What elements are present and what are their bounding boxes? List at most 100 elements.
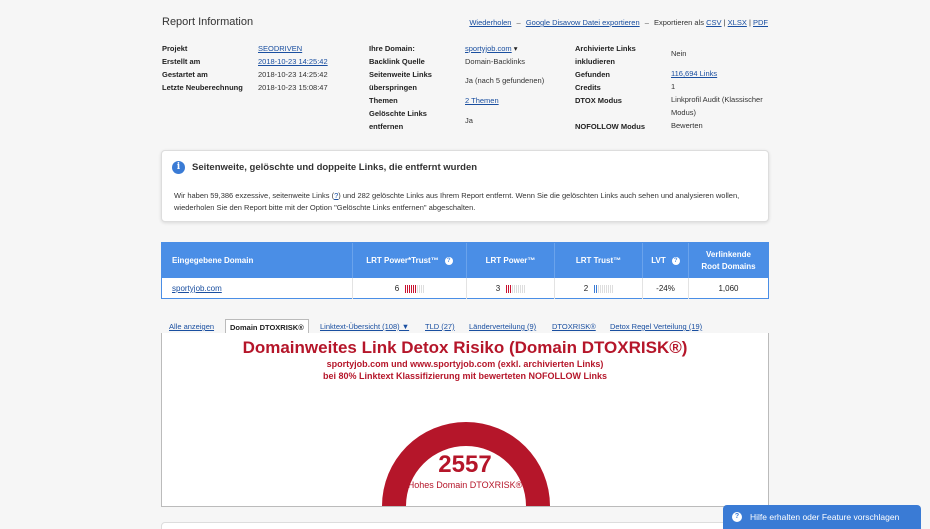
power-value: 3 bbox=[495, 284, 501, 293]
bar-tick bbox=[516, 284, 518, 293]
bar-tick bbox=[411, 284, 413, 293]
tab-dtoxrisk[interactable]: DTOXRISK® bbox=[552, 319, 596, 334]
archived-label-2: inkludieren bbox=[575, 57, 616, 66]
export-pdf-link[interactable]: PDF bbox=[753, 18, 768, 27]
table-header: Eingegebene Domain LRT Power*Trust™? LRT… bbox=[162, 243, 768, 278]
dtox-mode-label: DTOX Modus bbox=[575, 96, 622, 105]
bar-tick bbox=[514, 284, 516, 293]
next-section-card bbox=[161, 522, 769, 529]
nofollow-mode-value: Bewerten bbox=[671, 121, 703, 130]
header-trust[interactable]: LRT Trust™ bbox=[554, 243, 642, 278]
domain-metrics-table: Eingegebene Domain LRT Power*Trust™? LRT… bbox=[161, 242, 769, 299]
header-lvt[interactable]: LVT? bbox=[642, 243, 688, 278]
domain-dropdown[interactable]: sportyjob.com ▾ bbox=[465, 42, 544, 55]
report-tabs: Alle anzeigen Domain DTOXRISK® Linktext-… bbox=[161, 319, 769, 335]
domain-link[interactable]: sportyjob.com bbox=[465, 44, 512, 53]
header-root-label-1: Verlinkende bbox=[706, 249, 751, 259]
bar-tick bbox=[506, 284, 508, 293]
info-column-1-labels: Projekt Erstellt am Gestartet am Letzte … bbox=[162, 42, 243, 94]
bar-tick bbox=[419, 284, 421, 293]
cell-trust: 2 bbox=[554, 278, 642, 299]
header-power-trust[interactable]: LRT Power*Trust™? bbox=[352, 243, 466, 278]
project-link[interactable]: SEODRIVEN bbox=[258, 42, 328, 55]
deleted-label-1: Gelöschte Links bbox=[369, 109, 427, 118]
tab-detox-rules[interactable]: Detox Regel Verteilung (19) bbox=[610, 319, 702, 334]
archived-label-1: Archivierte Links bbox=[575, 44, 636, 53]
cell-domain: sportyjob.com bbox=[162, 278, 352, 299]
cell-power: 3 bbox=[466, 278, 554, 299]
help-feedback-button[interactable]: ? Hilfe erhalten oder Feature vorschlage… bbox=[723, 505, 921, 529]
tab-countries[interactable]: Länderverteilung (9) bbox=[469, 319, 536, 334]
bar-tick bbox=[421, 284, 423, 293]
help-icon[interactable]: ? bbox=[444, 256, 453, 265]
credits-label: Credits bbox=[575, 83, 601, 92]
info-column-3-values: Nein 116,694 Links 1 Linkprofil Audit (K… bbox=[671, 47, 763, 132]
bar-tick bbox=[596, 284, 598, 293]
found-link[interactable]: 116,694 Links bbox=[671, 67, 763, 80]
root-domains-value: 1,060 bbox=[718, 284, 739, 293]
disavow-export-link[interactable]: Google Disavow Datei exportieren bbox=[526, 18, 640, 27]
tab-tld[interactable]: TLD (27) bbox=[425, 319, 455, 334]
started-label: Gestartet am bbox=[162, 70, 208, 79]
bar-tick bbox=[415, 284, 417, 293]
tab-anchor-text[interactable]: Linktext-Übersicht (108) ▼ bbox=[320, 319, 409, 334]
header-power-trust-label: LRT Power*Trust™ bbox=[366, 255, 439, 265]
removed-links-notice: i Seitenweite, gelöschte und doppeite Li… bbox=[161, 150, 769, 222]
bar-tick bbox=[407, 284, 409, 293]
export-prefix: Exportieren als bbox=[653, 18, 705, 27]
help-icon[interactable]: ? bbox=[671, 256, 680, 265]
header-domain: Eingegebene Domain bbox=[162, 243, 352, 278]
credits-value: 1 bbox=[671, 82, 676, 91]
tab-show-all[interactable]: Alle anzeigen bbox=[169, 319, 214, 334]
created-label: Erstellt am bbox=[162, 57, 201, 66]
lvt-value: -24% bbox=[656, 284, 675, 293]
header-root-domains[interactable]: Verlinkende Root Domains bbox=[688, 243, 768, 278]
risk-subtitle-1: sportyjob.com und www.sportyjob.com (exk… bbox=[326, 359, 604, 369]
sitewide-value: Ja (nach 5 gefundenen) bbox=[465, 76, 545, 85]
bar-tick bbox=[602, 284, 604, 293]
project-label: Projekt bbox=[162, 44, 188, 53]
started-value: 2018-10-23 14:25:42 bbox=[258, 70, 328, 79]
header-lvt-label: LVT bbox=[651, 255, 666, 265]
bar-tick bbox=[600, 284, 602, 293]
power-bars bbox=[506, 284, 526, 293]
notice-text-part-3: wiederholen Sie den Report bitte mit der… bbox=[174, 203, 476, 212]
domain-risk-panel: Domainweites Link Detox Risiko (Domain D… bbox=[161, 333, 769, 507]
export-xlsx-link[interactable]: XLSX bbox=[728, 18, 747, 27]
bar-tick bbox=[405, 284, 407, 293]
power-trust-value: 6 bbox=[394, 284, 400, 293]
bar-tick bbox=[413, 284, 415, 293]
info-column-2-values: sportyjob.com ▾ Domain-Backlinks Ja (nac… bbox=[465, 42, 544, 127]
pipe-separator: | bbox=[723, 18, 726, 27]
header-root-label-2: Root Domains bbox=[701, 261, 756, 271]
notice-title: Seitenweite, gelöschte und doppeite Link… bbox=[192, 162, 478, 173]
risk-value: 2557 bbox=[438, 451, 492, 478]
info-column-2-labels: Ihre Domain: Backlink Quelle Seitenweite… bbox=[369, 42, 432, 133]
risk-title: Domainweites Link Detox Risiko (Domain D… bbox=[242, 338, 688, 357]
bar-tick bbox=[594, 284, 596, 293]
bar-tick bbox=[518, 284, 520, 293]
header-power[interactable]: LRT Power™ bbox=[466, 243, 554, 278]
trust-bars bbox=[594, 284, 614, 293]
sitewide-label-1: Seitenweite Links bbox=[369, 70, 432, 79]
dtox-mode-value-2: Modus) bbox=[671, 108, 697, 117]
header-power-label: LRT Power™ bbox=[485, 255, 536, 265]
bar-tick bbox=[604, 284, 606, 293]
dash-separator: – bbox=[516, 18, 521, 27]
report-actions: Wiederholen – Google Disavow Datei expor… bbox=[469, 18, 768, 27]
info-icon: i bbox=[172, 161, 185, 174]
nofollow-mode-label: NOFOLLOW Modus bbox=[575, 122, 645, 131]
created-value[interactable]: 2018-10-23 14:25:42 bbox=[258, 55, 328, 68]
risk-label: Hohes Domain DTOXRISK® bbox=[407, 480, 523, 490]
deleted-label-2: entfernen bbox=[369, 122, 404, 131]
reload-link[interactable]: Wiederholen bbox=[469, 18, 511, 27]
export-csv-link[interactable]: CSV bbox=[706, 18, 721, 27]
chevron-down-icon[interactable]: ▾ bbox=[514, 44, 518, 53]
themes-link[interactable]: 2 Themen bbox=[465, 94, 544, 108]
notice-text-part-2: ) und 282 gelöschte Links aus Ihrem Repo… bbox=[338, 191, 740, 200]
row-domain-link[interactable]: sportyjob.com bbox=[172, 284, 222, 293]
bar-tick bbox=[512, 284, 514, 293]
bar-tick bbox=[409, 284, 411, 293]
bar-tick bbox=[510, 284, 512, 293]
recalc-value: 2018-10-23 15:08:47 bbox=[258, 83, 328, 92]
